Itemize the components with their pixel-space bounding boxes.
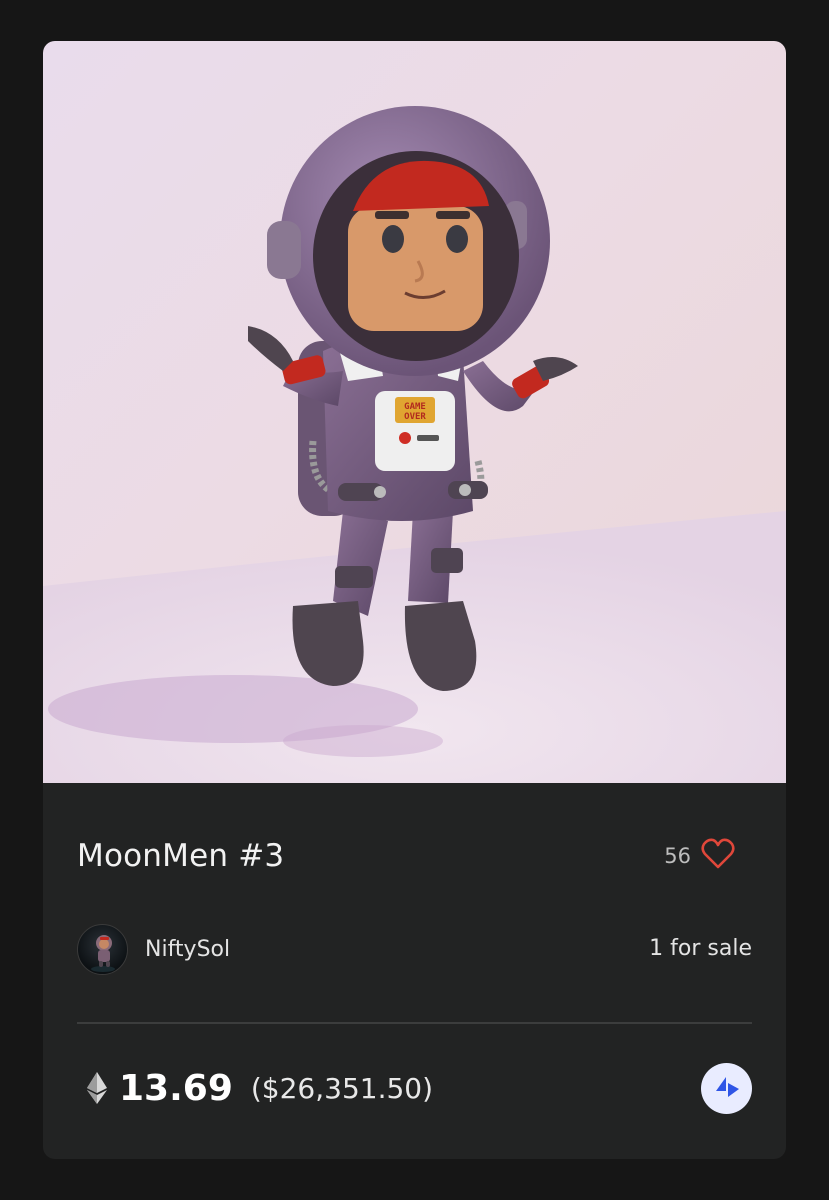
avatar[interactable] (77, 924, 128, 975)
price-row: 13.69 ($26,351.50) (87, 1063, 433, 1113)
price-eth: 13.69 (119, 1067, 233, 1109)
creator-link[interactable]: NiftySol (77, 924, 230, 975)
divider (77, 1022, 752, 1024)
sale-status: 1 for sale (649, 936, 752, 961)
ethereum-icon (87, 1072, 107, 1104)
marketplace-logo-icon (713, 1075, 741, 1103)
price-usd: ($26,351.50) (250, 1071, 434, 1105)
avatar-image (91, 935, 115, 972)
creator-name[interactable]: NiftySol (145, 937, 230, 962)
marketplace-button[interactable] (701, 1063, 752, 1114)
nft-artwork[interactable]: GAME OVER (43, 41, 786, 783)
chest-badge-line1: GAME (404, 402, 426, 412)
nft-title[interactable]: MoonMen #3 (77, 838, 284, 874)
nft-card[interactable]: GAME OVER MoonMen #3 56 NiftySol 1 for s… (43, 41, 786, 1159)
heart-icon[interactable] (700, 838, 736, 874)
like-count: 56 (664, 844, 691, 868)
like-button[interactable]: 56 (664, 838, 736, 874)
chest-badge-line2: OVER (404, 412, 426, 422)
astronaut-illustration: GAME OVER (43, 106, 786, 783)
